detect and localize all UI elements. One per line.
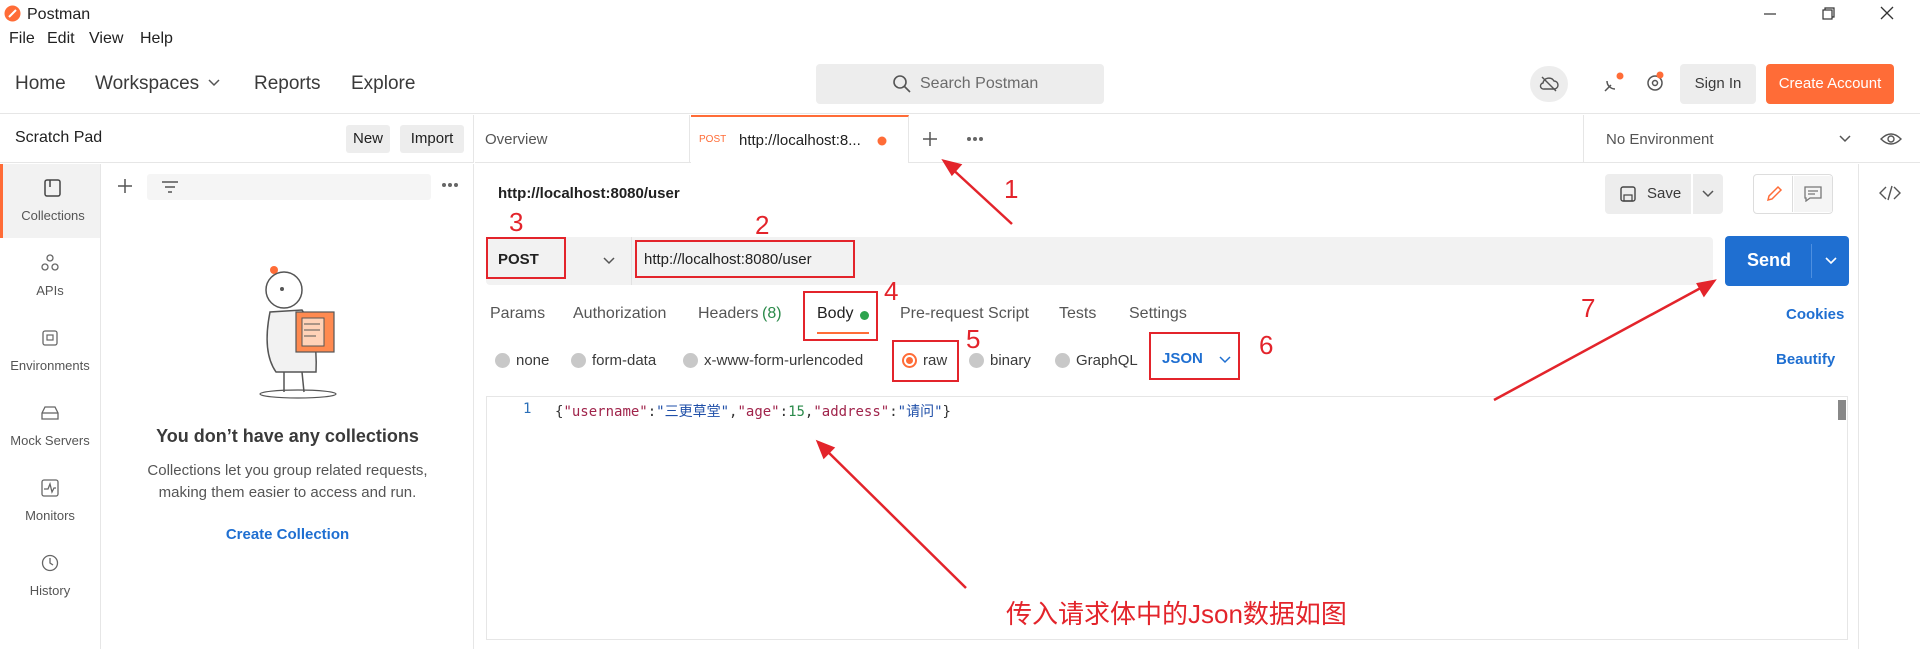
annotation-caption: 传入请求体中的Json数据如图 — [1006, 599, 1347, 629]
annotation-arrows — [815, 159, 1717, 589]
